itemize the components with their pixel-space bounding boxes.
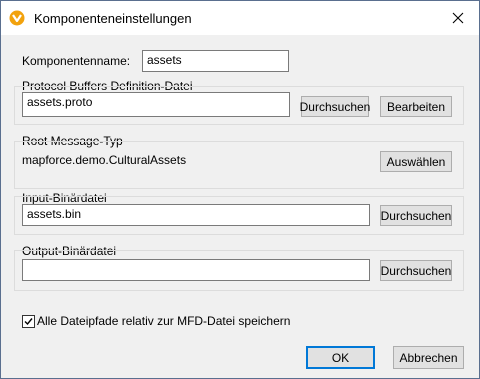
relative-paths-checkbox[interactable]: [22, 315, 35, 328]
root-message-select-button[interactable]: Auswählen: [380, 151, 452, 172]
output-file-input[interactable]: [22, 259, 370, 281]
output-browse-button[interactable]: Durchsuchen: [380, 260, 452, 281]
close-icon: [452, 12, 464, 24]
root-message-value: mapforce.demo.CulturalAssets: [22, 153, 187, 167]
title-bar[interactable]: Komponenteneinstellungen: [1, 1, 479, 35]
component-name-input[interactable]: assets: [142, 50, 289, 72]
close-button[interactable]: [437, 1, 479, 35]
proto-file-input[interactable]: assets.proto: [22, 92, 290, 117]
ok-button[interactable]: OK: [306, 346, 375, 369]
cancel-button[interactable]: Abbrechen: [393, 346, 464, 369]
window-title: Komponenteneinstellungen: [34, 11, 192, 26]
checkmark-icon: [24, 318, 33, 326]
component-name-label: Komponentenname:: [22, 54, 131, 68]
input-file-input[interactable]: assets.bin: [22, 204, 370, 226]
proto-edit-button[interactable]: Bearbeiten: [380, 96, 452, 117]
proto-browse-button[interactable]: Durchsuchen: [300, 96, 370, 117]
mapforce-icon: [9, 10, 25, 26]
dialog-window: Komponenteneinstellungen Komponentenname…: [0, 0, 480, 379]
input-browse-button[interactable]: Durchsuchen: [380, 205, 452, 226]
dialog-body: Komponentenname: assets Protocol Buffers…: [1, 35, 479, 378]
relative-paths-label[interactable]: Alle Dateipfade relativ zur MFD-Datei sp…: [37, 314, 290, 328]
